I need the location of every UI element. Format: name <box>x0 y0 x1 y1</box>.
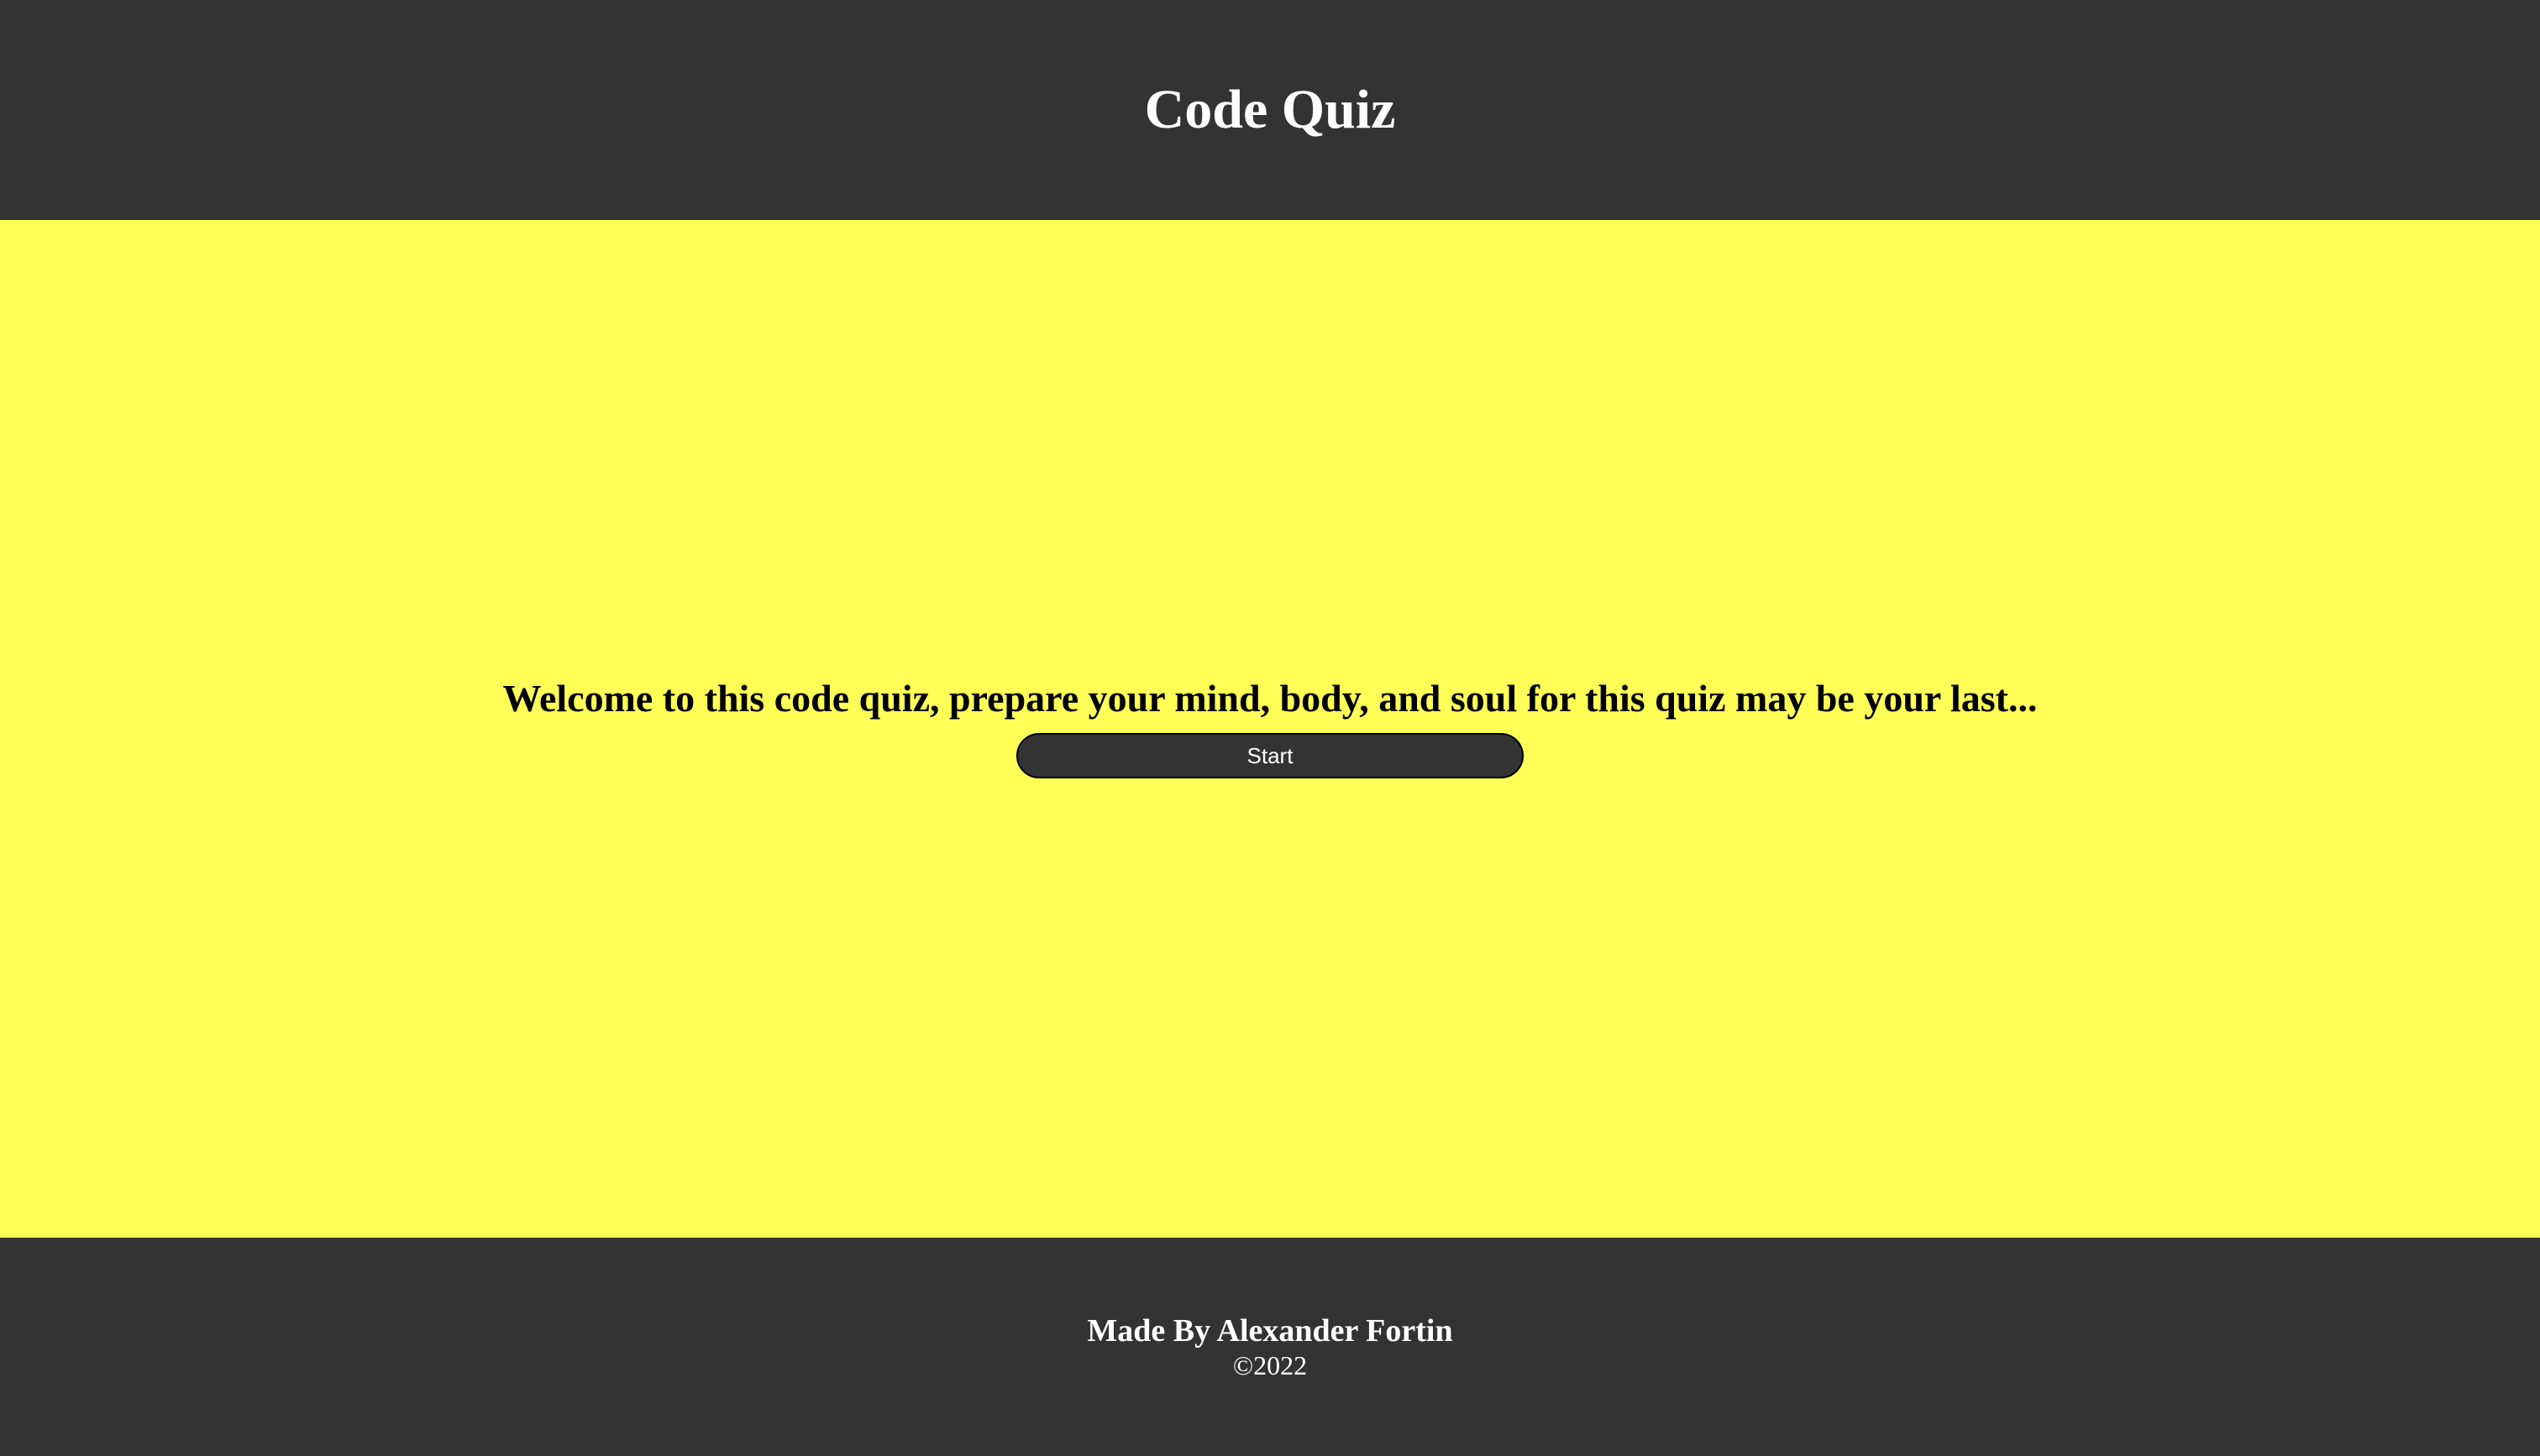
quiz-main <box>0 220 2540 1238</box>
footer-author: Made By Alexander Fortin <box>1087 1313 1453 1349</box>
site-header: Code Quiz <box>0 0 2540 220</box>
footer-copyright: ©2022 <box>1232 1350 1308 1380</box>
welcome-message: Welcome to this code quiz, prepare your … <box>502 677 2038 720</box>
page-title: Code Quiz <box>1144 79 1396 140</box>
start-button[interactable]: Start <box>1016 733 1524 778</box>
